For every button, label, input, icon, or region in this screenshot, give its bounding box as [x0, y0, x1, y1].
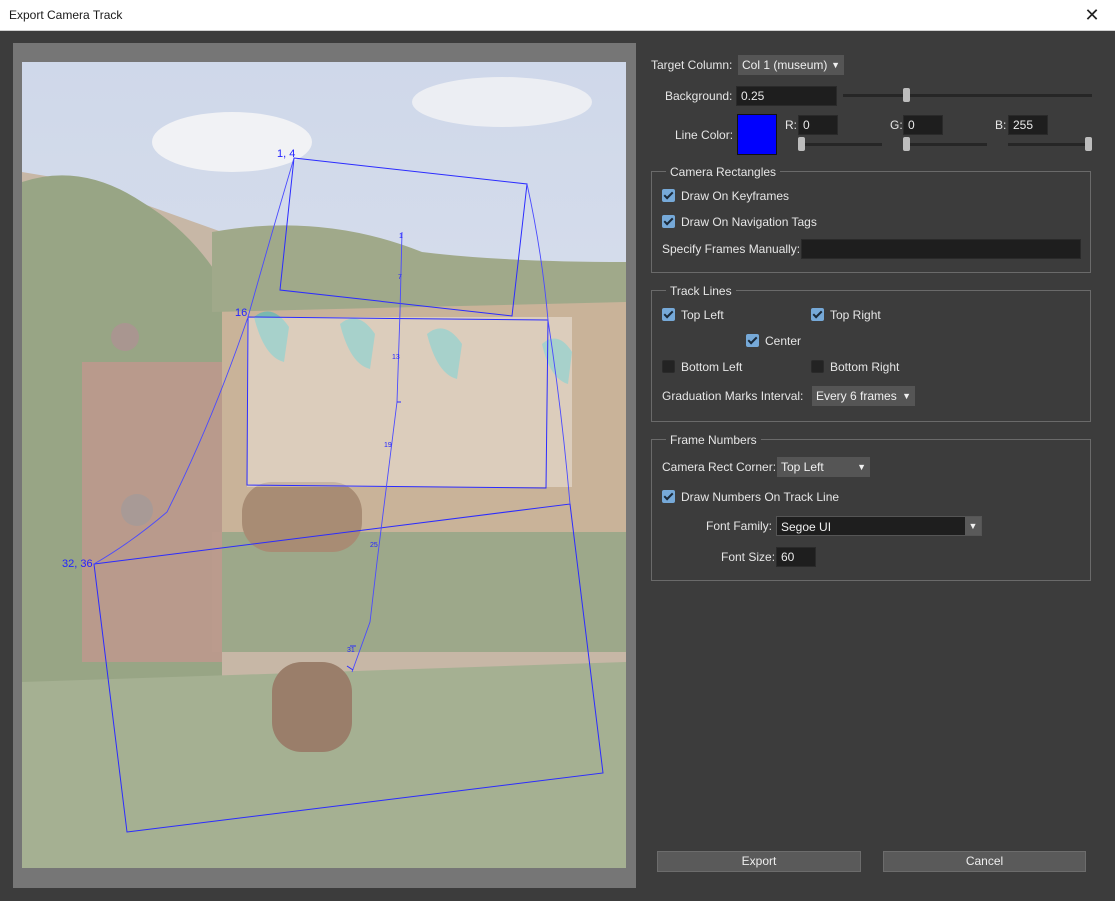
line-color-label: Line Color: [675, 128, 734, 142]
bottom-left-label: Bottom Left [681, 360, 743, 374]
frame-label-1-4: 1, 4 [277, 148, 295, 160]
top-left-label: Top Left [681, 308, 724, 322]
green-slider-thumb[interactable] [903, 137, 910, 151]
camera-rect-corner-value: Top Left [781, 460, 824, 474]
graduation-value: Every 6 frames [816, 389, 897, 403]
preview-image: 1, 4 16 32, 36 1 7 13 19 25 31 [22, 62, 626, 868]
center-highlight [247, 317, 572, 487]
font-family-label: Font Family: [706, 519, 773, 533]
background-slider-track[interactable] [843, 94, 1092, 97]
font-size-label: Font Size: [721, 550, 776, 564]
green-input[interactable]: 0 [903, 115, 943, 135]
line-color-swatch[interactable] [737, 114, 777, 155]
cancel-button[interactable]: Cancel [883, 851, 1086, 872]
green-label: G: [890, 118, 903, 132]
chevron-down-icon: ▼ [857, 462, 866, 472]
chevron-down-icon: ▼ [831, 60, 840, 70]
red-label: R: [785, 118, 797, 132]
preview-canvas: 1, 4 16 32, 36 1 7 13 19 25 31 [22, 62, 626, 868]
frame-numbers-title: Frame Numbers [666, 433, 761, 447]
camera-rect-corner-label: Camera Rect Corner: [662, 460, 777, 474]
draw-numbers-checkbox[interactable] [662, 490, 675, 503]
font-family-value: Segoe UI [781, 520, 832, 534]
graduation-dropdown[interactable]: Every 6 frames ▼ [812, 386, 915, 406]
camera-rect-corner-dropdown[interactable]: Top Left ▼ [777, 457, 870, 477]
grad-label-13: 13 [392, 354, 400, 361]
target-column-label: Target Column: [651, 58, 733, 72]
draw-on-keyframes-checkbox[interactable] [662, 189, 675, 202]
blue-label: B: [995, 118, 1007, 132]
chevron-down-icon: ▼ [902, 391, 911, 401]
frame-label-32-36: 32, 36 [62, 558, 93, 570]
background-slider-thumb[interactable] [903, 88, 910, 102]
target-column-dropdown[interactable]: Col 1 (museum) ▼ [738, 55, 844, 75]
red-slider-track[interactable] [798, 143, 882, 146]
title-bar: Export Camera Track ✕ [0, 0, 1115, 31]
background-label: Background: [665, 89, 733, 103]
top-right-label: Top Right [830, 308, 881, 322]
grad-label-25: 25 [370, 542, 378, 549]
export-button[interactable]: Export [657, 851, 861, 872]
draw-on-nav-tags-label: Draw On Navigation Tags [681, 215, 817, 229]
bottom-left-checkbox[interactable] [662, 360, 675, 373]
green-slider-track[interactable] [903, 143, 987, 146]
target-column-value: Col 1 (museum) [742, 58, 828, 72]
font-size-input[interactable]: 60 [776, 547, 816, 567]
frame-label-16: 16 [235, 307, 247, 319]
background-input[interactable]: 0.25 [736, 86, 837, 106]
center-checkbox[interactable] [746, 334, 759, 347]
top-right-checkbox[interactable] [811, 308, 824, 321]
draw-numbers-label: Draw Numbers On Track Line [681, 490, 840, 504]
bottom-right-label: Bottom Right [830, 360, 900, 374]
cloud-shape [152, 112, 312, 172]
font-family-dropdown[interactable]: Segoe UI ▼ [776, 516, 982, 536]
window-title: Export Camera Track [9, 8, 123, 22]
close-icon[interactable]: ✕ [1069, 0, 1115, 30]
grad-label-31: 31 [347, 647, 355, 654]
blue-input[interactable]: 255 [1008, 115, 1048, 135]
bottom-right-checkbox[interactable] [811, 360, 824, 373]
arched-door [272, 662, 352, 752]
camera-rectangles-title: Camera Rectangles [666, 165, 781, 179]
grad-label-19: 19 [384, 442, 392, 449]
top-left-checkbox[interactable] [662, 308, 675, 321]
red-input[interactable]: 0 [798, 115, 838, 135]
grad-label-7: 7 [398, 274, 402, 281]
red-slider-thumb[interactable] [798, 137, 805, 151]
specify-frames-input[interactable] [801, 239, 1081, 259]
draw-on-keyframes-label: Draw On Keyframes [681, 189, 790, 203]
graduation-label: Graduation Marks Interval: [662, 389, 804, 403]
chevron-down-icon: ▼ [965, 517, 981, 535]
center-label: Center [765, 334, 802, 348]
specify-frames-label: Specify Frames Manually: [662, 242, 801, 256]
blue-slider-track[interactable] [1008, 143, 1092, 146]
draw-on-nav-tags-checkbox[interactable] [662, 215, 675, 228]
track-lines-title: Track Lines [666, 284, 736, 298]
grad-label-1: 1 [399, 233, 403, 240]
blue-slider-thumb[interactable] [1085, 137, 1092, 151]
